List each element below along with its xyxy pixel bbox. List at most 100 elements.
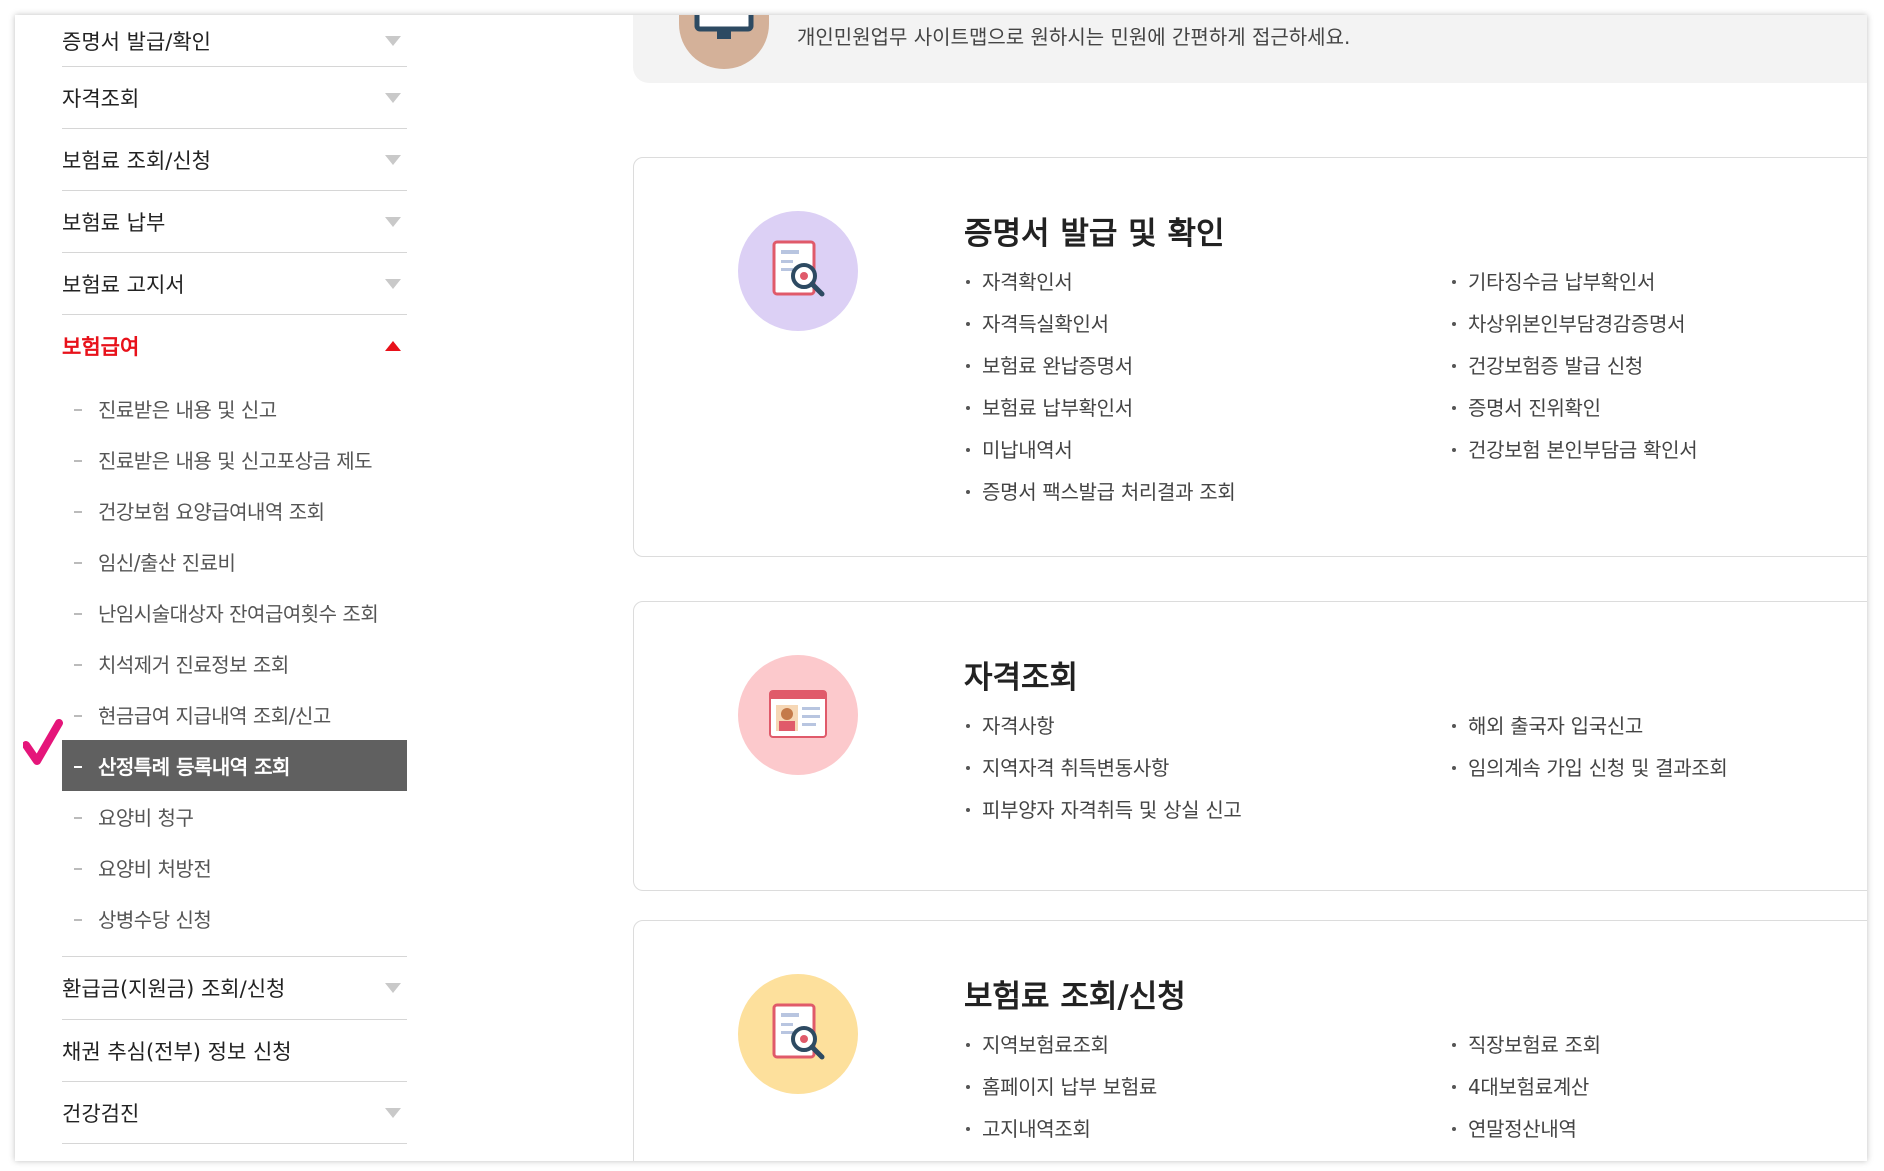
certificate-search-icon [738,211,858,331]
chevron-down-icon [385,154,401,165]
link-item[interactable]: 보험료 완납증명서 [966,345,1235,387]
submenu-item-label: 상병수당 신청 [98,908,212,932]
link-item[interactable]: 자격사항 [966,705,1242,747]
dash-icon [74,408,82,411]
sidebar-item-label: 보험료 고지서 [62,272,185,297]
submenu-item[interactable]: 요양비 처방전 [62,842,407,893]
sidebar-item-label: 보험료 조회/신청 [62,148,211,173]
link-item[interactable]: 해외 출국자 입국신고 [1452,705,1728,747]
submenu-item-label: 산정특례 등록내역 조회 [98,755,290,779]
card-title: 증명서 발급 및 확인 [964,216,1225,252]
link-list-right: 해외 출국자 입국신고 임의계속 가입 신청 및 결과조회 [1452,705,1728,789]
link-list-left: 자격확인서 자격득실확인서 보험료 완납증명서 보험료 납부확인서 미납내역서 … [966,261,1236,513]
chevron-down-icon [385,216,401,227]
sidebar-submenu: 진료받은 내용 및 신고 진료받은 내용 및 신고포상금 제도 건강보험 요양급… [62,377,407,957]
dash-icon [74,867,82,870]
sidebar-item-insurance-benefits[interactable]: 보험급여 [62,315,407,377]
link-item[interactable]: 자격득실확인서 [966,303,1235,345]
chevron-down-icon [385,1107,401,1118]
dash-icon [74,663,82,666]
submenu-item-label: 임신/출산 진료비 [98,551,236,575]
link-item[interactable]: 기타징수금 납부확인서 [1452,261,1697,303]
document-search-icon [738,974,858,1094]
dash-icon [74,459,82,462]
submenu-item[interactable]: 임신/출산 진료비 [62,536,407,587]
sidebar-item-certificate[interactable]: 증명서 발급/확인 [62,15,407,67]
link-item[interactable]: 4대보험료계산 [1452,1066,1601,1108]
sidebar-item-label: 보험료 납부 [62,210,166,235]
link-item[interactable]: 직장보험료 조회 [1452,1024,1601,1066]
link-list-left: 자격사항 지역자격 취득변동사항 피부양자 자격취득 및 상실 신고 [966,705,1242,831]
checkmark-icon [23,719,63,765]
link-item[interactable]: 임의계속 가입 신청 및 결과조회 [1452,747,1728,789]
chevron-up-icon [385,341,401,351]
submenu-item-label: 요양비 청구 [98,806,194,830]
dash-icon [74,561,82,564]
submenu-item[interactable]: 현금급여 지급내역 조회/신고 [62,689,407,740]
submenu-item-label: 진료받은 내용 및 신고포상금 제도 [98,449,373,473]
submenu-item-label: 건강보험 요양급여내역 조회 [98,500,325,524]
id-card-icon [738,655,858,775]
link-item[interactable]: 건강보험 본인부담금 확인서 [1452,429,1698,471]
submenu-item[interactable]: 진료받은 내용 및 신고 [62,383,407,434]
submenu-item-label: 치석제거 진료정보 조회 [98,653,289,677]
link-item[interactable]: 자격확인서 [966,261,1235,303]
link-list-right: 직장보험료 조회 4대보험료계산 연말정산내역 [1452,1024,1601,1150]
sidebar-item-health-checkup[interactable]: 건강검진 [62,1082,407,1144]
link-item[interactable]: 차상위본인부담경감증명서 [1452,303,1697,345]
card-qualification: 자격조회 자격사항 지역자격 취득변동사항 피부양자 자격취득 및 상실 신고 … [633,601,1867,891]
dash-icon [74,765,82,768]
sidebar-item-label: 채권 추심(전부) 정보 신청 [62,1039,292,1064]
chevron-down-icon [385,983,401,993]
chevron-down-icon [385,35,401,46]
sitemap-banner: 개인민원업무 사이트맵으로 원하시는 민원에 간편하게 접근하세요. [633,15,1867,83]
sidebar-item-label: 보험급여 [62,335,140,359]
page-frame: 증명서 발급/확인 자격조회 보험료 조회/신청 보험료 납부 보험료 고지서 … [15,15,1867,1161]
submenu-item[interactable]: 요양비 청구 [62,791,407,842]
dash-icon [74,510,82,513]
dash-icon [74,918,82,921]
card-premium-inquiry: 보험료 조회/신청 지역보험료조회 홈페이지 납부 보험료 고지내역조회 직장보… [633,920,1867,1161]
link-item[interactable]: 지역자격 취득변동사항 [966,747,1242,789]
submenu-item[interactable]: 난임시술대상자 잔여급여횟수 조회 [62,587,407,638]
link-item[interactable]: 홈페이지 납부 보험료 [966,1066,1157,1108]
link-item[interactable]: 보험료 납부확인서 [966,387,1235,429]
link-list-left: 지역보험료조회 홈페이지 납부 보험료 고지내역조회 [966,1024,1157,1150]
link-item[interactable]: 미납내역서 [966,429,1235,471]
sidebar-item-premium-inquiry[interactable]: 보험료 조회/신청 [62,129,407,191]
link-item[interactable]: 연말정산내역 [1452,1108,1601,1150]
sidebar-item-label: 건강검진 [62,1101,140,1126]
sidebar-nav: 증명서 발급/확인 자격조회 보험료 조회/신청 보험료 납부 보험료 고지서 … [62,15,407,1144]
sidebar-item-label: 증명서 발급/확인 [62,29,211,54]
sidebar-item-label: 자격조회 [62,86,140,111]
sidebar-item-premium-payment[interactable]: 보험료 납부 [62,191,407,253]
dash-icon [74,816,82,819]
sidebar-item-premium-notice[interactable]: 보험료 고지서 [62,253,407,315]
submenu-item-label: 요양비 처방전 [98,857,212,881]
submenu-item-label: 난임시술대상자 잔여급여횟수 조회 [98,602,379,626]
link-list-right: 기타징수금 납부확인서 차상위본인부담경감증명서 건강보험증 발급 신청 증명서… [1452,261,1698,471]
monitor-icon [679,15,769,69]
submenu-item[interactable]: 치석제거 진료정보 조회 [62,638,407,689]
link-item[interactable]: 피부양자 자격취득 및 상실 신고 [966,789,1242,831]
dash-icon [74,714,82,717]
sidebar-item-label: 환급금(지원금) 조회/신청 [62,977,286,1001]
submenu-item[interactable]: 건강보험 요양급여내역 조회 [62,485,407,536]
card-title: 자격조회 [964,660,1079,696]
card-certificate: 증명서 발급 및 확인 자격확인서 자격득실확인서 보험료 완납증명서 보험료 … [633,157,1867,557]
sidebar-item-qualification[interactable]: 자격조회 [62,67,407,129]
link-item[interactable]: 건강보험증 발급 신청 [1452,345,1697,387]
sidebar-item-debt-collection[interactable]: 채권 추심(전부) 정보 신청 [62,1020,407,1082]
sidebar-item-refund[interactable]: 환급금(지원금) 조회/신청 [62,957,407,1020]
submenu-item-label: 현금급여 지급내역 조회/신고 [98,704,331,728]
submenu-item[interactable]: 상병수당 신청 [62,893,407,944]
link-item[interactable]: 증명서 팩스발급 처리결과 조회 [966,471,1236,513]
chevron-down-icon [385,92,401,103]
dash-icon [74,612,82,615]
link-item[interactable]: 증명서 진위확인 [1452,387,1697,429]
link-item[interactable]: 지역보험료조회 [966,1024,1157,1066]
link-item[interactable]: 고지내역조회 [966,1108,1157,1150]
submenu-item-selected[interactable]: 산정특례 등록내역 조회 [62,740,407,791]
submenu-item[interactable]: 진료받은 내용 및 신고포상금 제도 [62,434,407,485]
banner-text: 개인민원업무 사이트맵으로 원하시는 민원에 간편하게 접근하세요. [797,25,1351,49]
